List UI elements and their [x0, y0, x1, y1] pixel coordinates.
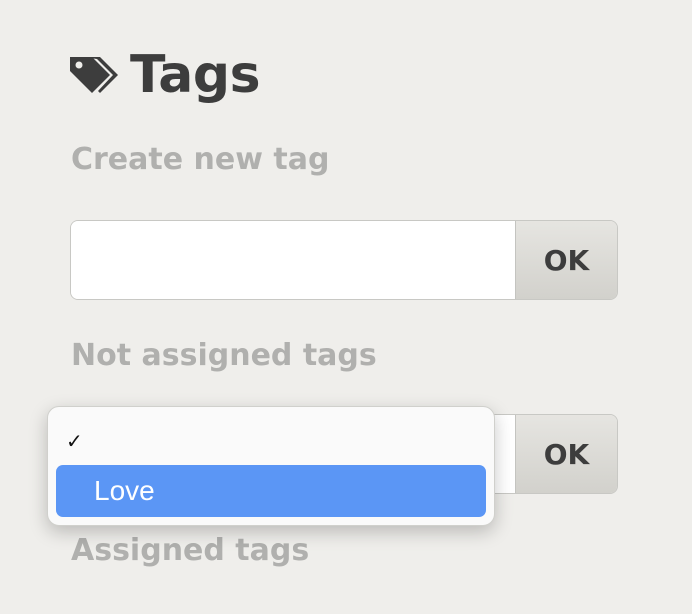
create-tag-ok-button[interactable]: OK: [515, 221, 617, 299]
option-love[interactable]: Love: [56, 465, 486, 517]
create-tag-group: OK: [70, 220, 618, 300]
option-label: Love: [94, 475, 155, 506]
header: Tags: [68, 40, 261, 110]
checkmark-icon: ✓: [66, 430, 83, 453]
new-tag-input[interactable]: [71, 221, 515, 299]
page-title: Tags: [130, 45, 261, 105]
assign-tag-ok-button[interactable]: OK: [515, 415, 617, 493]
tags-panel: Tags Create new tag OK Not assigned tags…: [0, 0, 692, 614]
create-tag-label: Create new tag: [71, 142, 330, 177]
assigned-tags-label: Assigned tags: [71, 533, 310, 568]
not-assigned-tags-label: Not assigned tags: [71, 338, 377, 373]
option-empty[interactable]: ✓: [56, 415, 486, 467]
tag-options-dropdown: ✓ Love: [47, 406, 495, 526]
tag-icon: [70, 57, 118, 93]
